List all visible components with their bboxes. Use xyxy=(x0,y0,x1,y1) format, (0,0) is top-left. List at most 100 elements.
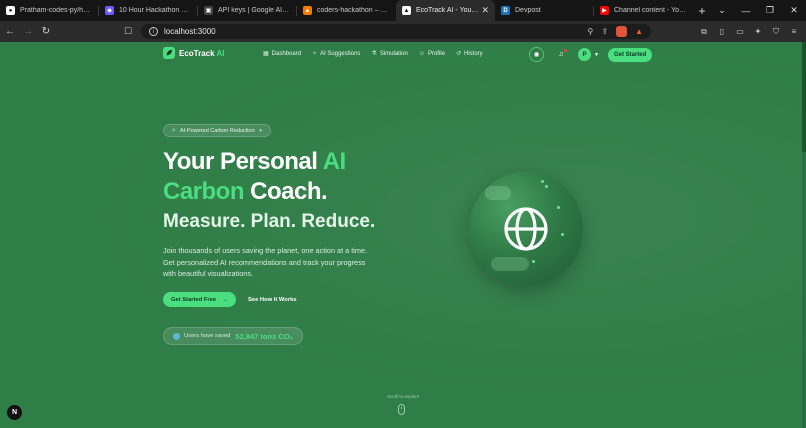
tab-title: EcoTrack AI - Your Per xyxy=(416,7,478,14)
devpost-icon: D xyxy=(501,6,510,15)
browser-tab[interactable]: ● Pratham-codes-py/hackth xyxy=(0,0,99,21)
nav-link-history[interactable]: ↺ History xyxy=(455,50,483,58)
leo-ai-icon[interactable]: ✦ xyxy=(750,24,766,40)
see-how-it-works-button[interactable]: See How It Works xyxy=(242,292,303,307)
rewards-icon[interactable]: ▲ xyxy=(635,27,643,36)
stat-value: 52,847 tons CO₂ xyxy=(235,331,293,341)
history-icon: ↺ xyxy=(455,51,462,57)
site-info-icon[interactable]: i xyxy=(149,27,158,36)
address-bar[interactable]: i localhost:3000 ⚲ ⇪ ▲ xyxy=(141,24,651,39)
forward-icon[interactable]: → xyxy=(20,24,36,40)
orb-dot xyxy=(541,180,544,183)
nav-link-ai-suggestions[interactable]: ✧ AI Suggestions xyxy=(312,50,360,58)
orb-dot xyxy=(532,260,535,263)
new-tab-button[interactable]: + xyxy=(693,0,711,21)
reload-icon[interactable]: ↻ xyxy=(38,24,54,40)
page-viewport: EcoTrack AI ▦ Dashboard ✧ AI Suggestions ⚗… xyxy=(0,42,806,428)
dashboard-icon: ▦ xyxy=(263,51,269,57)
notification-bell-icon[interactable]: ♫ xyxy=(554,48,568,62)
browser-tab-active[interactable]: ▲ EcoTrack AI - Your Per ✕ xyxy=(396,0,495,21)
orb-highlight xyxy=(491,257,529,271)
firebase-icon: ▲ xyxy=(303,6,312,15)
extensions-icon[interactable]: ⧉ xyxy=(696,24,712,40)
sparkle-icon: ✧ xyxy=(312,51,318,57)
orb-dot xyxy=(545,185,548,188)
scroll-hint: Scroll to explore xyxy=(386,394,420,399)
nav-links: ▦ Dashboard ✧ AI Suggestions ⚗ Simulation ☺… xyxy=(263,50,483,58)
browser-window: ● Pratham-codes-py/hackth ◆ 10 Hour Hack… xyxy=(0,0,806,428)
window-controls: ⌄ — ❐ ✕ xyxy=(710,0,806,21)
vpn-icon[interactable]: ⛉ xyxy=(768,24,784,40)
nav-link-simulation[interactable]: ⚗ Simulation xyxy=(371,50,407,58)
get-started-button[interactable]: Get Started xyxy=(607,47,653,62)
hero-badge: ✧ AI-Powered Carbon Reduction ✦ xyxy=(163,124,271,137)
orb-highlight xyxy=(485,186,511,200)
nextjs-dev-indicator-icon[interactable]: N xyxy=(7,405,22,420)
page-scrollbar[interactable] xyxy=(802,42,806,428)
wallet-icon[interactable]: ▭ xyxy=(732,24,748,40)
address-bar-actions: ⚲ ⇪ ▲ xyxy=(588,24,643,39)
nav-actions: ✺ ♫ P ▼ Get Started xyxy=(529,47,653,62)
nav-link-dashboard[interactable]: ▦ Dashboard xyxy=(263,50,301,58)
mouse-scroll-icon xyxy=(398,404,405,415)
hero-globe-illustration xyxy=(469,172,583,286)
site-navbar: EcoTrack AI ▦ Dashboard ✧ AI Suggestions ⚗… xyxy=(0,42,806,68)
tab-title: Channel content - YouTub xyxy=(614,7,687,14)
notification-dot xyxy=(564,48,567,52)
brand-name: EcoTrack AI xyxy=(179,48,225,58)
browser-tab[interactable]: ▲ coders-hackathon – Datab xyxy=(297,0,396,21)
brand-logo[interactable]: EcoTrack AI xyxy=(163,47,225,59)
menu-icon[interactable]: ≡ xyxy=(786,24,802,40)
stat-label: Users have saved xyxy=(184,333,231,339)
bookmark-icon[interactable]: ☐ xyxy=(121,24,135,39)
nav-link-profile[interactable]: ☺ Profile xyxy=(419,50,445,57)
restore-icon[interactable]: ❐ xyxy=(758,0,782,21)
ai-studio-icon: ▣ xyxy=(204,6,213,15)
tab-title: Pratham-codes-py/hackth xyxy=(20,7,93,14)
leaf-icon xyxy=(163,47,175,59)
minimize-icon[interactable]: — xyxy=(734,0,758,21)
browser-toolbar: ← → ↻ ☐ i localhost:3000 ⚲ ⇪ ▲ ⧉ ▯ ▭ ✦ ⛉… xyxy=(0,21,806,42)
theme-toggle-sun-icon[interactable]: ✺ xyxy=(529,47,544,62)
tab-title: Devpost xyxy=(515,7,541,14)
scrollbar-thumb[interactable] xyxy=(802,42,806,152)
zoom-search-icon[interactable]: ⚲ xyxy=(588,27,594,36)
get-started-free-button[interactable]: Get Started Free → xyxy=(163,292,237,307)
flask-icon: ⚗ xyxy=(371,51,377,57)
close-icon[interactable]: ✕ xyxy=(481,5,489,16)
chevron-down-icon[interactable]: ▼ xyxy=(594,52,599,58)
sparkle-icon: ✧ xyxy=(171,128,177,134)
url-text: localhost:3000 xyxy=(164,27,216,36)
browser-tab[interactable]: ▣ API keys | Google AI Studi xyxy=(198,0,297,21)
orb-dot xyxy=(561,233,564,236)
earth-icon xyxy=(173,332,180,340)
tab-title: coders-hackathon – Datab xyxy=(317,7,390,14)
globe-icon xyxy=(504,207,548,251)
hero-title: Your Personal AI Carbon Coach. xyxy=(163,148,346,205)
tab-title: 10 Hour Hackathon Vibe C xyxy=(119,7,192,14)
sparkle-small-icon: ✦ xyxy=(258,127,263,134)
tab-title: API keys | Google AI Studi xyxy=(218,7,291,14)
tab-strip: ● Pratham-codes-py/hackth ◆ 10 Hour Hack… xyxy=(0,0,806,21)
tab-search-icon[interactable]: ⌄ xyxy=(710,0,734,21)
arrow-right-icon: → xyxy=(222,296,229,303)
hero-description: Join thousands of users saving the plane… xyxy=(163,246,368,278)
github-icon: ● xyxy=(6,6,15,15)
toolbar-actions: ⧉ ▯ ▭ ✦ ⛉ ≡ xyxy=(696,21,802,42)
back-icon[interactable]: ← xyxy=(2,24,18,40)
orb-dot xyxy=(557,206,560,209)
browser-tab[interactable]: D Devpost xyxy=(495,0,594,21)
sidebar-icon[interactable]: ▯ xyxy=(714,24,730,40)
avatar[interactable]: P xyxy=(578,48,591,61)
browser-tab[interactable]: ▶ Channel content - YouTub xyxy=(594,0,693,21)
vercel-icon: ▲ xyxy=(402,6,411,15)
browser-tab[interactable]: ◆ 10 Hour Hackathon Vibe C xyxy=(99,0,198,21)
youtube-icon: ▶ xyxy=(600,6,609,15)
brave-shield-icon[interactable] xyxy=(616,26,628,37)
share-icon[interactable]: ⇪ xyxy=(601,27,608,36)
user-icon: ☺ xyxy=(418,50,425,57)
window-close-icon[interactable]: ✕ xyxy=(782,0,806,21)
hero-subtitle: Measure. Plan. Reduce. xyxy=(163,211,376,232)
hero-badge-label: AI-Powered Carbon Reduction xyxy=(180,127,255,134)
stat-pill: Users have saved 52,847 tons CO₂ xyxy=(163,327,303,345)
